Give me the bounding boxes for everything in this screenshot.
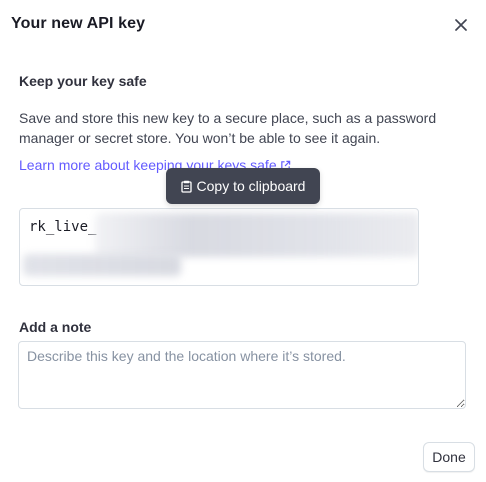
api-key-prefix: rk_live_ <box>29 219 97 235</box>
note-label: Add a note <box>19 319 92 335</box>
section-heading: Keep your key safe <box>19 73 147 89</box>
note-textarea[interactable] <box>18 341 466 409</box>
api-key-dialog: Your new API key Keep your key safe Save… <box>0 0 486 482</box>
dialog-title: Your new API key <box>11 15 146 32</box>
api-key-field[interactable]: rk_live_ <box>19 208 419 286</box>
done-button[interactable]: Done <box>423 442 475 472</box>
tooltip-label: Copy to clipboard <box>196 178 306 194</box>
safety-description: Save and store this new key to a secure … <box>19 110 437 146</box>
close-icon <box>455 19 467 31</box>
api-key-redacted-line-1 <box>95 213 418 257</box>
copy-tooltip: Copy to clipboard <box>166 168 320 204</box>
clipboard-icon <box>180 180 192 193</box>
api-key-redacted-line-2 <box>23 254 181 276</box>
close-button[interactable] <box>451 15 471 35</box>
